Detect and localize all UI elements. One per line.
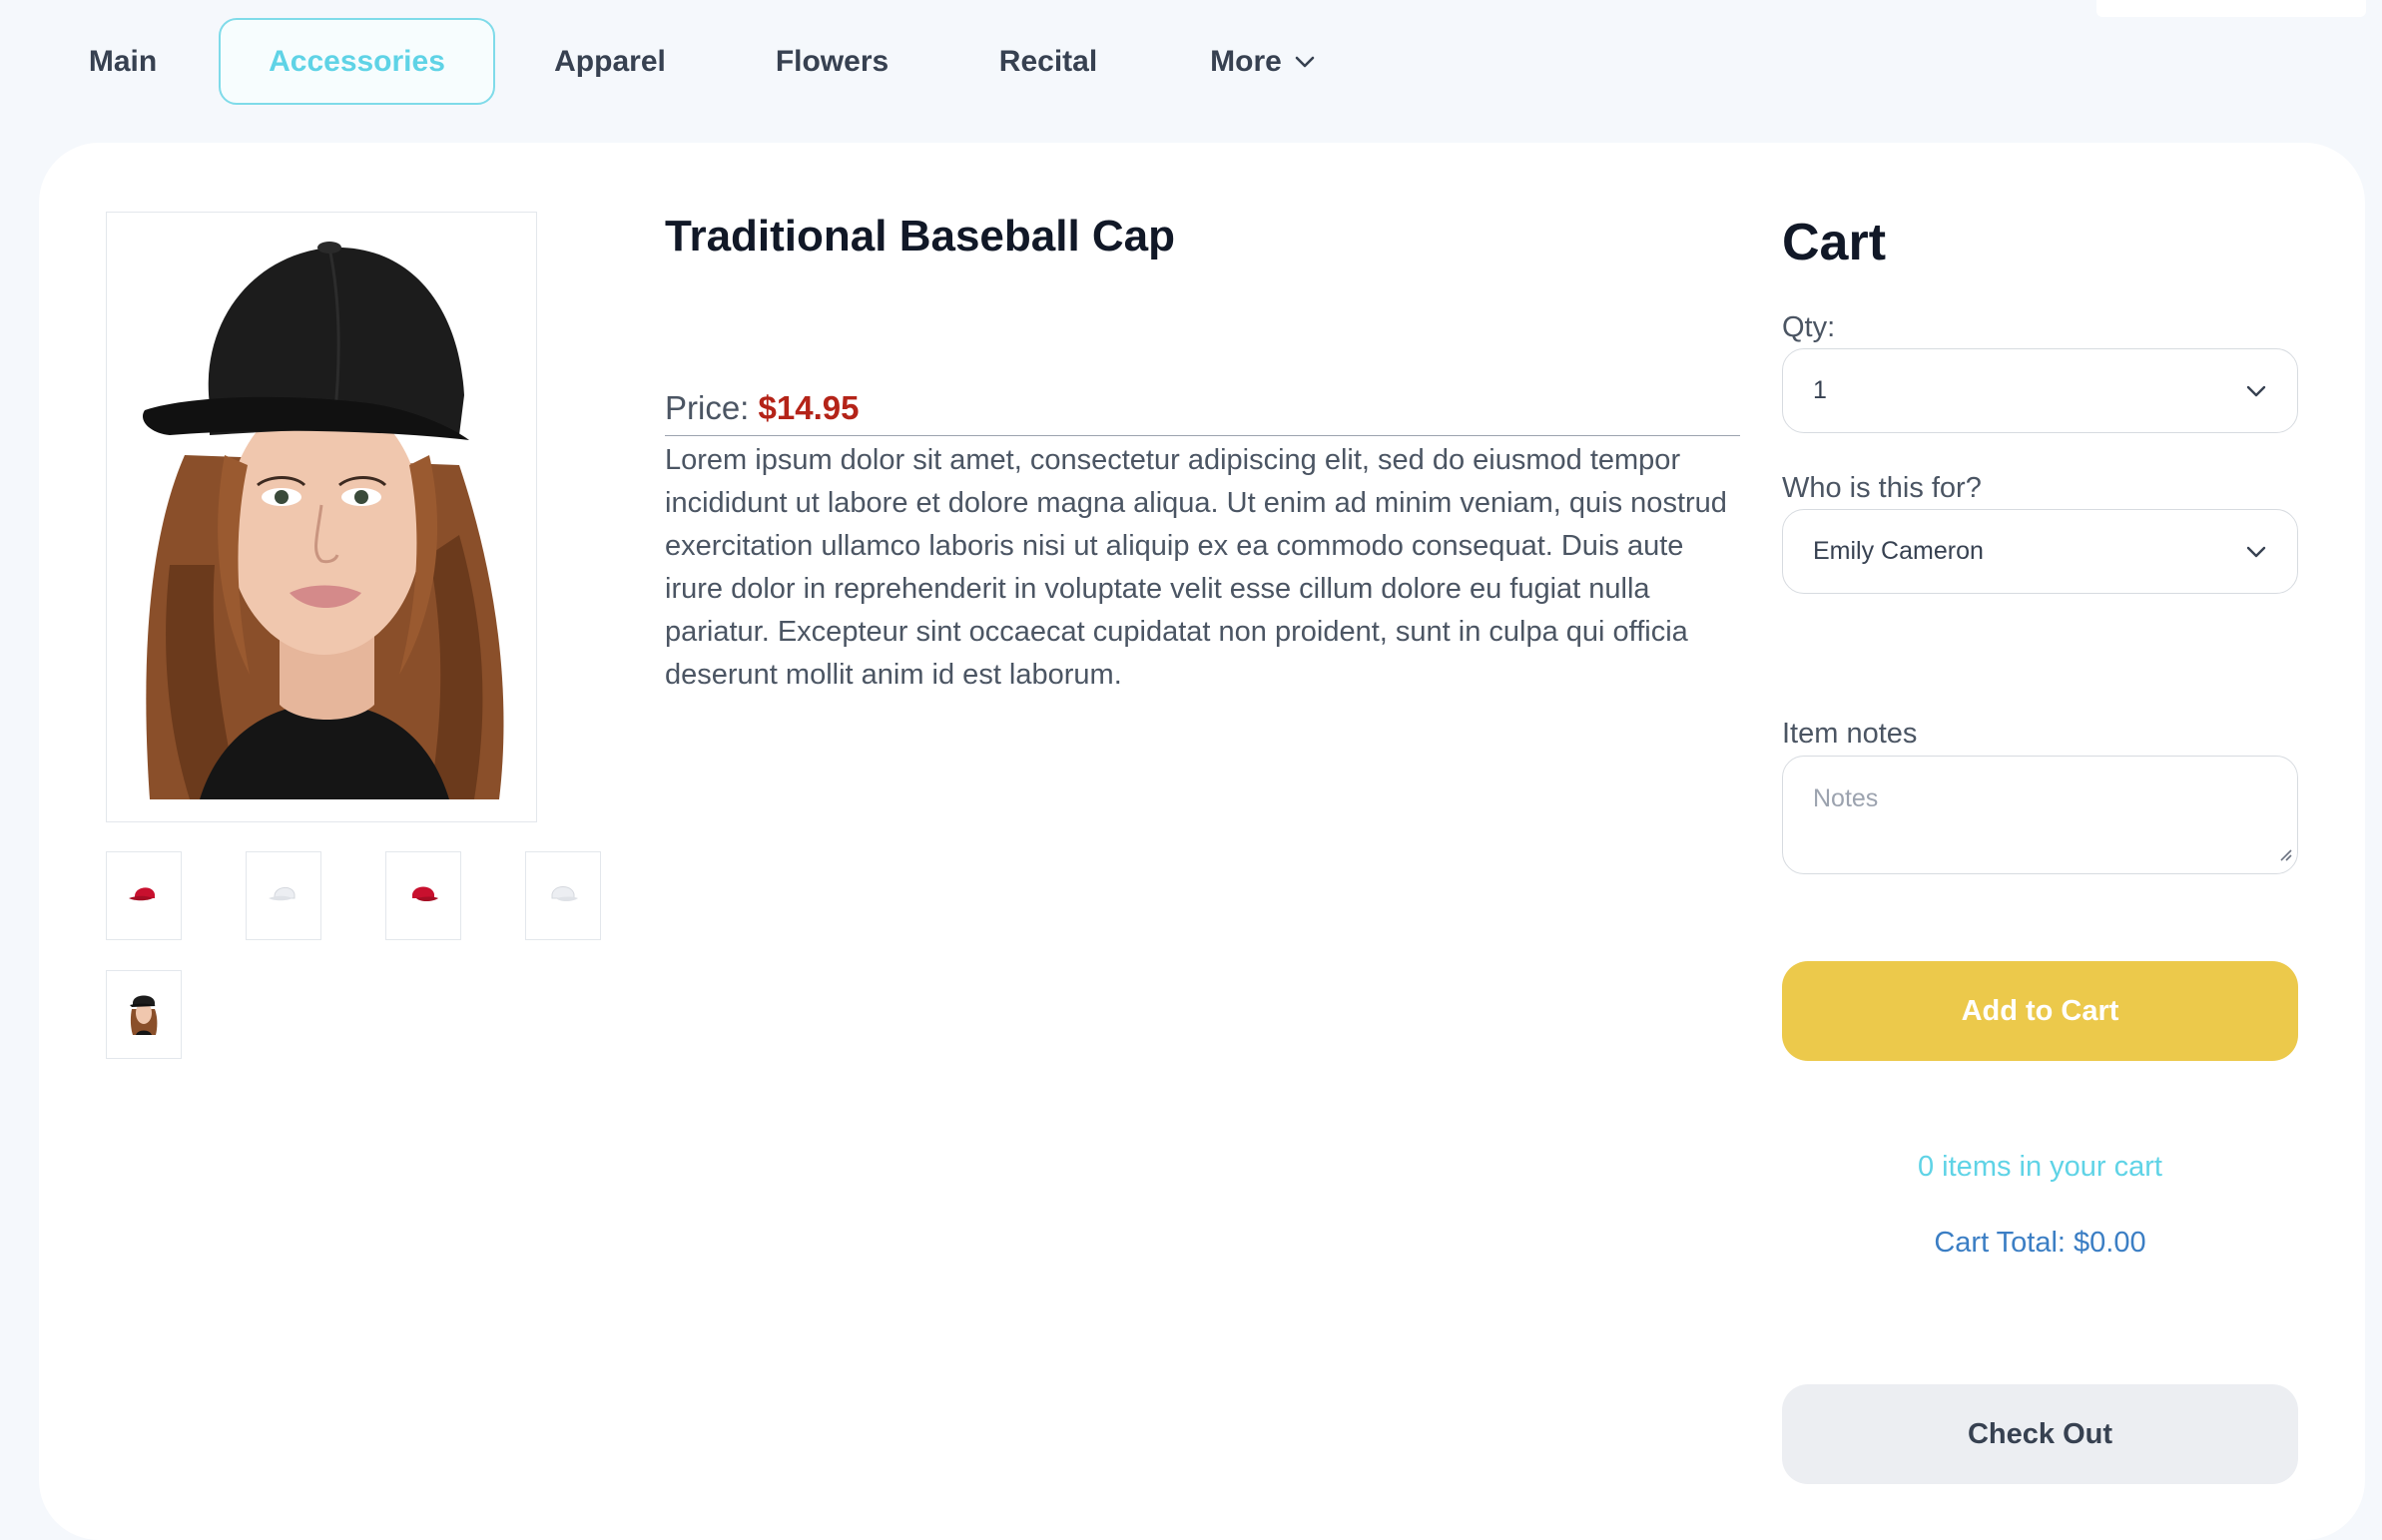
nav-item-label: Recital xyxy=(998,44,1098,78)
resize-handle-icon[interactable] xyxy=(2277,840,2293,869)
price-value: $14.95 xyxy=(758,389,860,426)
qty-select[interactable]: 1 xyxy=(1782,348,2298,433)
nav-item-label: Apparel xyxy=(554,44,666,78)
thumbnail[interactable] xyxy=(385,851,461,940)
white-cap-icon xyxy=(267,882,300,909)
cart-item-count[interactable]: 0 items in your cart xyxy=(1782,1151,2298,1184)
product-image-frame[interactable] xyxy=(106,212,537,822)
nav-item-label: Main xyxy=(88,44,158,78)
recipient-label: Who is this for? xyxy=(1782,472,1982,504)
red-cap-icon xyxy=(127,882,161,909)
notes-placeholder: Notes xyxy=(1813,784,1879,812)
product-photo xyxy=(130,236,515,799)
notes-label: Item notes xyxy=(1782,718,1918,750)
recipient-select[interactable]: Emily Cameron xyxy=(1782,509,2298,594)
price-label: Price: xyxy=(665,389,750,426)
white-cap-icon xyxy=(546,882,580,909)
thumbnail[interactable] xyxy=(106,970,182,1059)
thumbnail[interactable] xyxy=(106,851,182,940)
thumbnail[interactable] xyxy=(246,851,321,940)
chevron-down-icon xyxy=(2245,537,2267,566)
add-to-cart-label: Add to Cart xyxy=(1961,994,2119,1027)
chevron-down-icon xyxy=(1294,55,1316,69)
checkout-button[interactable]: Check Out xyxy=(1782,1384,2298,1484)
cart-total: Cart Total: $0.00 xyxy=(1934,1227,2146,1259)
nav-item-more[interactable]: More xyxy=(1198,18,1328,105)
product-title: Traditional Baseball Cap xyxy=(665,212,1176,260)
nav-item-label: Accessories xyxy=(269,44,445,78)
thumbnail[interactable] xyxy=(525,851,601,940)
nav-item-label: Flowers xyxy=(775,44,890,78)
model-photo-icon xyxy=(128,989,160,1040)
recipient-value: Emily Cameron xyxy=(1813,537,1984,565)
chevron-down-icon xyxy=(2245,376,2267,405)
add-to-cart-button[interactable]: Add to Cart xyxy=(1782,961,2298,1061)
price-row: Price: $14.95 xyxy=(665,389,1740,436)
notes-field[interactable]: Notes xyxy=(1782,756,2298,874)
nav-item-recital[interactable]: Recital xyxy=(988,18,1108,105)
top-nav: Main Accessories Apparel Flowers Recital… xyxy=(0,0,2382,140)
nav-item-main[interactable]: Main xyxy=(70,18,176,105)
qty-value: 1 xyxy=(1813,376,1827,404)
product-description: Lorem ipsum dolor sit amet, consectetur … xyxy=(665,444,1727,691)
checkout-label: Check Out xyxy=(1967,1417,2113,1450)
cart-title: Cart xyxy=(1782,214,1887,271)
red-cap-icon xyxy=(406,882,440,909)
nav-item-accessories[interactable]: Accessories xyxy=(219,18,495,105)
nav-item-label: More xyxy=(1210,44,1282,78)
nav-item-apparel[interactable]: Apparel xyxy=(539,18,681,105)
qty-label: Qty: xyxy=(1782,311,1836,343)
nav-item-flowers[interactable]: Flowers xyxy=(764,18,900,105)
